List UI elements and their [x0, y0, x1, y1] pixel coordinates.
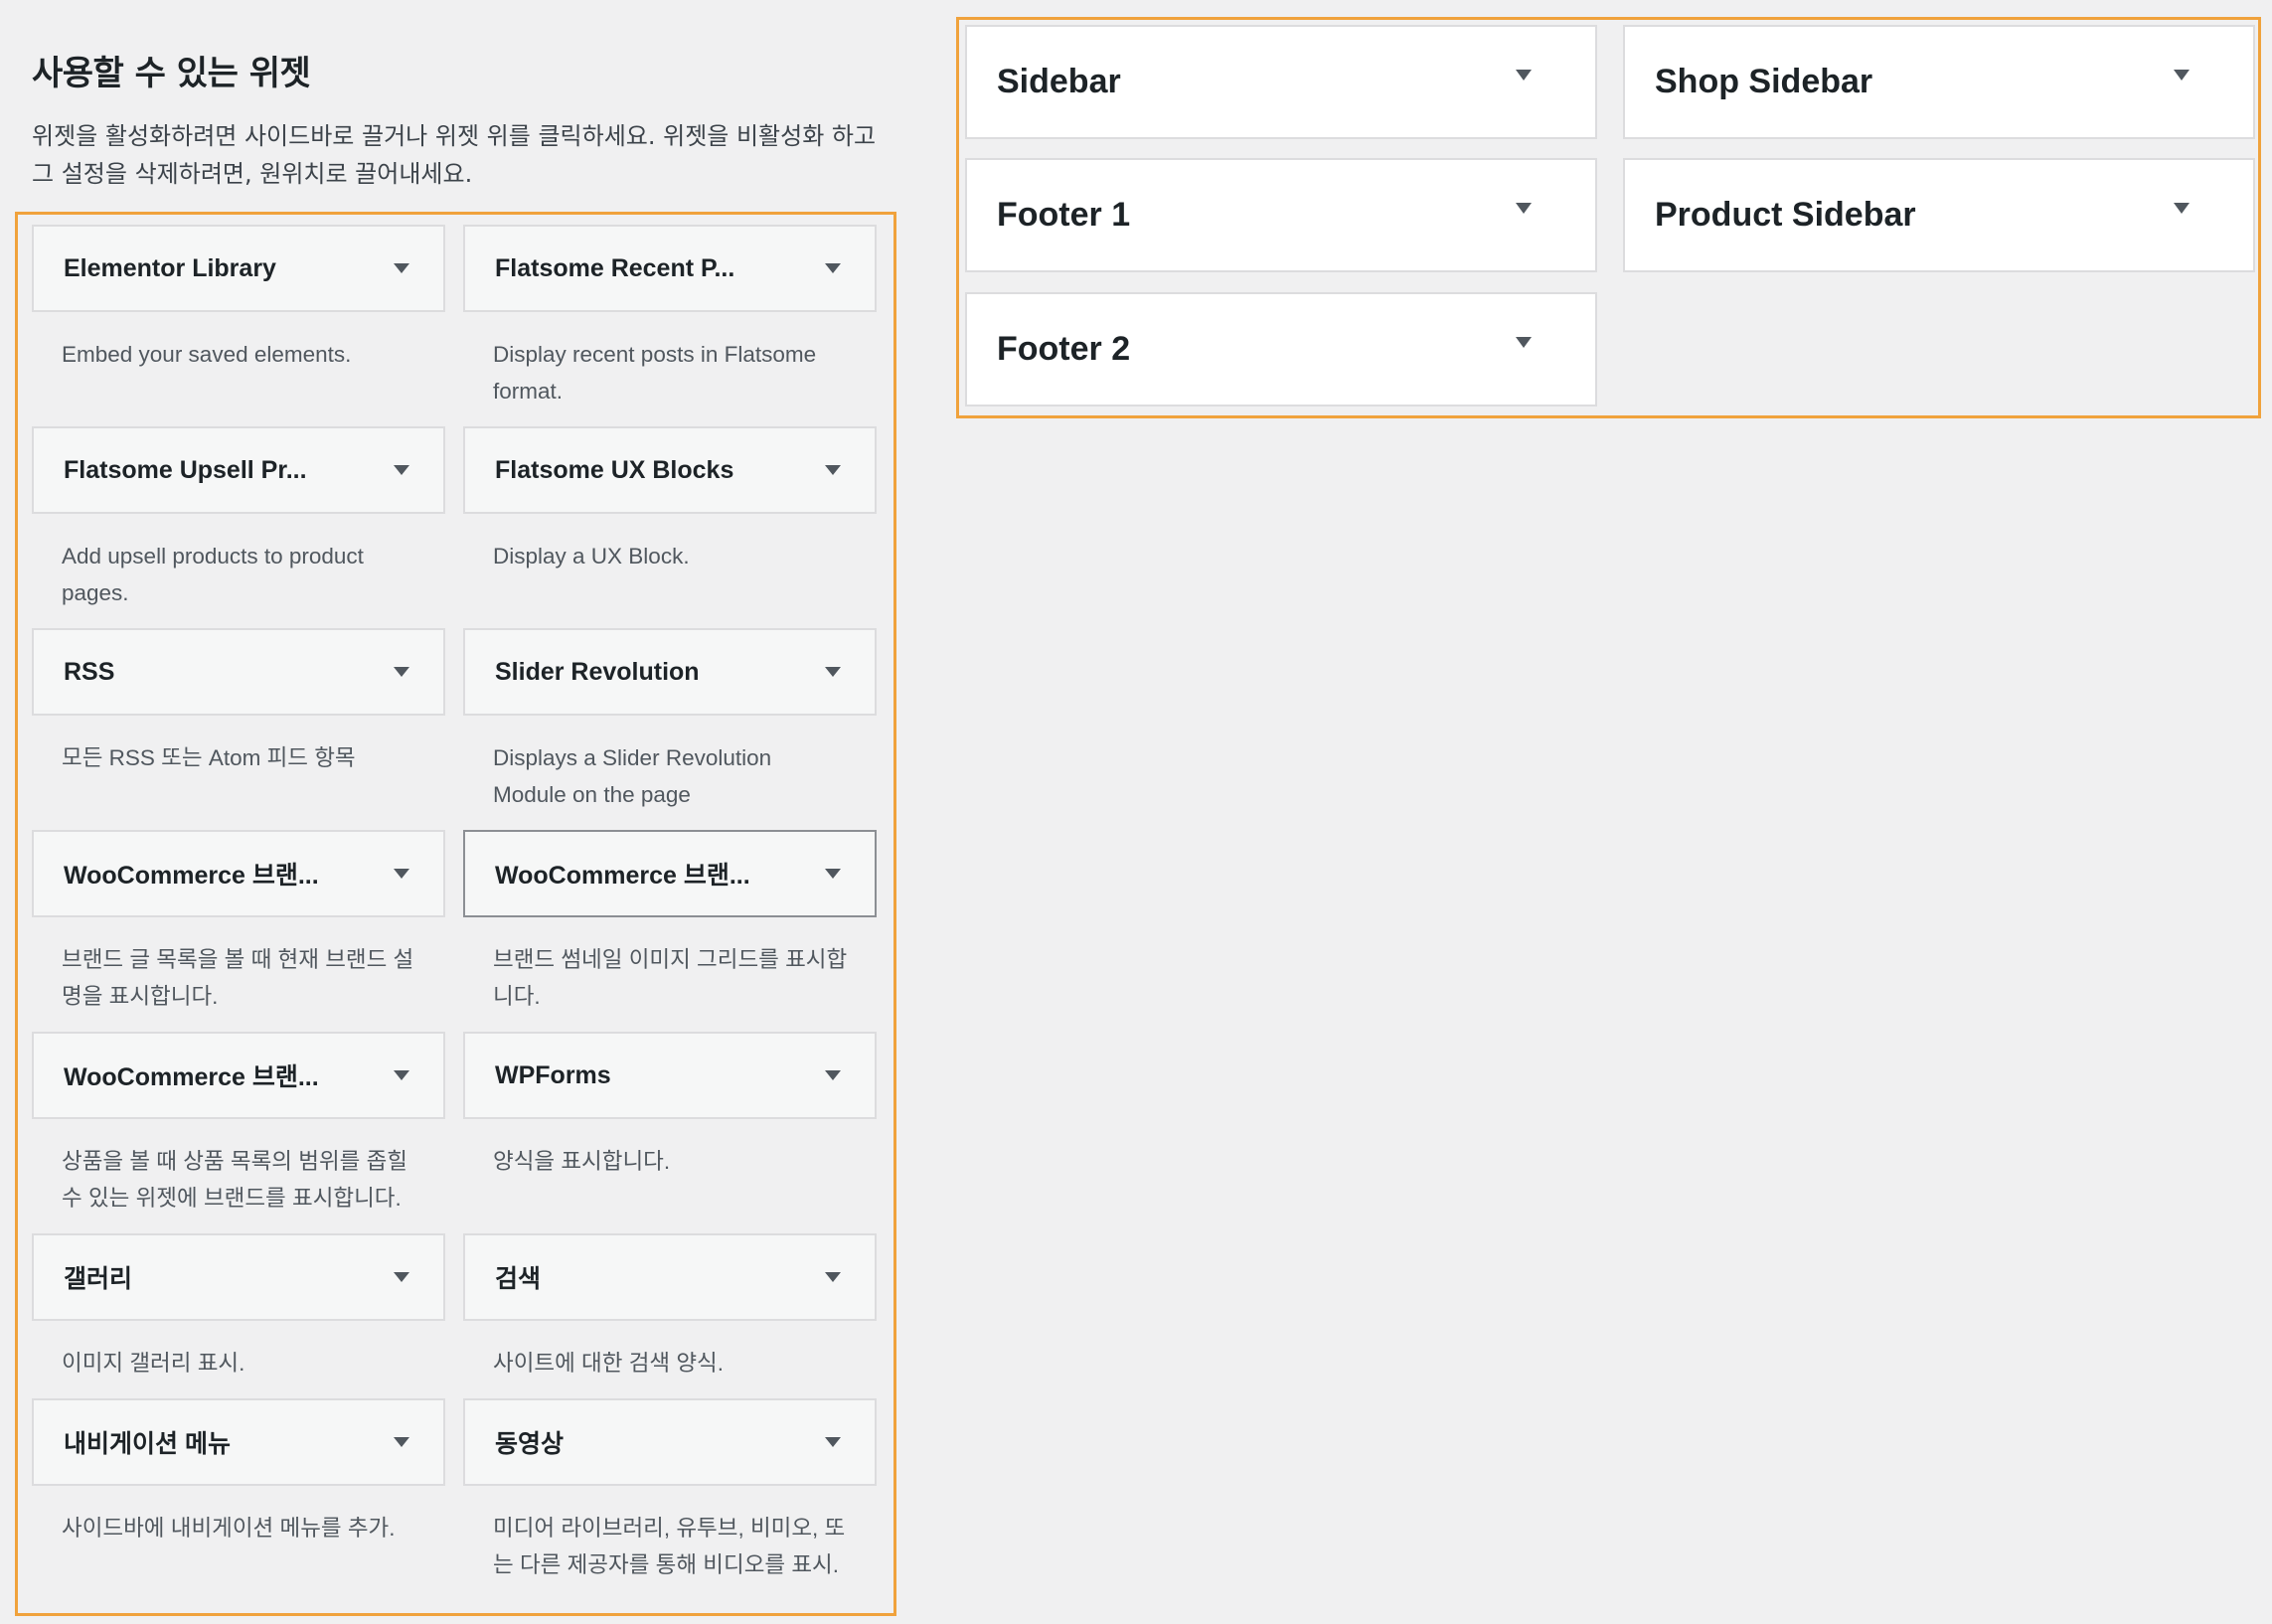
widget-title: 검색	[495, 1265, 542, 1293]
available-widgets-description: 위젯을 활성화하려면 사이드바로 끌거나 위젯 위를 클릭하세요. 위젯을 비활…	[32, 122, 877, 188]
widget-title: Flatsome Recent P...	[495, 253, 735, 282]
widget-description: Display a UX Block.	[493, 544, 690, 568]
widget-title: WPForms	[495, 1060, 611, 1089]
widget-handle[interactable]: 갤러리	[32, 1233, 445, 1321]
widget-title: WooCommerce 브랜...	[64, 1063, 319, 1091]
caret-down-icon[interactable]	[394, 1272, 409, 1282]
widget-handle[interactable]: Flatsome UX Blocks	[463, 426, 877, 514]
widget-handle[interactable]: RSS	[32, 628, 445, 716]
widget-description: Display recent posts in Flatsome format.	[493, 342, 817, 404]
widget-title: 갤러리	[64, 1265, 133, 1293]
widget-handle[interactable]: 동영상	[463, 1398, 877, 1486]
sidebar-panel-shop-sidebar[interactable]: Shop Sidebar	[1623, 25, 2255, 139]
widget-flatsome-ux-blocks: Flatsome UX Blocks Display a UX Block.	[463, 426, 877, 628]
widget-description: 브랜드 글 목록을 볼 때 현재 브랜드 설명을 표시합니다.	[62, 947, 414, 1009]
widget-title: WooCommerce 브랜...	[64, 862, 319, 890]
caret-down-icon[interactable]	[394, 263, 409, 273]
widget-title: Slider Revolution	[495, 657, 700, 686]
widget-description: Add upsell products to product pages.	[62, 544, 364, 605]
caret-down-icon[interactable]	[825, 465, 841, 475]
widget-description: 양식을 표시합니다.	[493, 1149, 671, 1174]
caret-down-icon[interactable]	[825, 1070, 841, 1080]
widget-handle[interactable]: 검색	[463, 1233, 877, 1321]
widget-flatsome-recent-posts: Flatsome Recent P... Display recent post…	[463, 225, 877, 426]
widget-handle[interactable]: WooCommerce 브랜...	[32, 830, 445, 917]
caret-down-icon[interactable]	[825, 1437, 841, 1447]
caret-down-icon[interactable]	[394, 1437, 409, 1447]
widget-handle[interactable]: Slider Revolution	[463, 628, 877, 716]
caret-down-icon[interactable]	[394, 1070, 409, 1080]
caret-down-icon[interactable]	[825, 667, 841, 677]
widget-woocommerce-brand-thumbnails: WooCommerce 브랜... 브랜드 썸네일 이미지 그리드를 표시합니다…	[463, 830, 877, 1032]
widget-description: 모든 RSS 또는 Atom 피드 항목	[62, 745, 356, 770]
caret-down-icon[interactable]	[394, 667, 409, 677]
sidebar-panel-sidebar[interactable]: Sidebar	[965, 25, 1597, 139]
sidebar-title: Sidebar	[997, 63, 1121, 100]
widget-flatsome-upsell-products: Flatsome Upsell Pr... Add upsell product…	[32, 426, 445, 628]
widget-handle[interactable]: WooCommerce 브랜...	[463, 830, 877, 917]
widget-title: RSS	[64, 657, 115, 686]
widget-handle[interactable]: Elementor Library	[32, 225, 445, 312]
caret-down-icon[interactable]	[2174, 203, 2190, 214]
widget-handle[interactable]: WPForms	[463, 1032, 877, 1119]
sidebar-panel-footer-1[interactable]: Footer 1	[965, 158, 1597, 272]
available-widgets-title: 사용할 수 있는 위젯	[32, 54, 311, 93]
widget-description: 사이트에 대한 검색 양식.	[493, 1351, 725, 1376]
widget-video: 동영상 미디어 라이브러리, 유투브, 비미오, 또는 다른 제공자를 통해 비…	[463, 1398, 877, 1597]
widget-handle[interactable]: WooCommerce 브랜...	[32, 1032, 445, 1119]
widget-elementor-library: Elementor Library Embed your saved eleme…	[32, 225, 445, 426]
caret-down-icon[interactable]	[394, 869, 409, 879]
caret-down-icon[interactable]	[825, 263, 841, 273]
widget-description: 사이드바에 내비게이션 메뉴를 추가.	[62, 1516, 396, 1541]
widget-search: 검색 사이트에 대한 검색 양식.	[463, 1233, 877, 1398]
caret-down-icon[interactable]	[1516, 203, 1532, 214]
sidebar-title: Footer 1	[997, 196, 1131, 234]
caret-down-icon[interactable]	[1516, 337, 1532, 348]
widget-handle[interactable]: Flatsome Recent P...	[463, 225, 877, 312]
widget-title: 내비게이션 메뉴	[64, 1430, 231, 1458]
widget-wpforms: WPForms 양식을 표시합니다.	[463, 1032, 877, 1233]
widget-slider-revolution: Slider Revolution Displays a Slider Revo…	[463, 628, 877, 830]
caret-down-icon[interactable]	[1516, 70, 1532, 81]
widget-title: 동영상	[495, 1430, 565, 1458]
widget-woocommerce-brand-nav: WooCommerce 브랜... 상품을 볼 때 상품 목록의 범위를 좁힐 …	[32, 1032, 445, 1233]
widget-gallery: 갤러리 이미지 갤러리 표시.	[32, 1233, 445, 1398]
sidebar-title: Footer 2	[997, 330, 1131, 368]
sidebar-panel-footer-2[interactable]: Footer 2	[965, 292, 1597, 406]
widget-description: 미디어 라이브러리, 유투브, 비미오, 또는 다른 제공자를 통해 비디오를 …	[493, 1516, 846, 1577]
widget-navigation-menu: 내비게이션 메뉴 사이드바에 내비게이션 메뉴를 추가.	[32, 1398, 445, 1597]
widget-description: Displays a Slider Revolution Module on t…	[493, 745, 772, 807]
sidebar-title: Product Sidebar	[1655, 196, 1916, 234]
widget-title: Flatsome UX Blocks	[495, 455, 734, 484]
caret-down-icon[interactable]	[2174, 70, 2190, 81]
widget-title: Flatsome Upsell Pr...	[64, 455, 307, 484]
sidebar-title: Shop Sidebar	[1655, 63, 1873, 100]
widget-rss: RSS 모든 RSS 또는 Atom 피드 항목	[32, 628, 445, 830]
widget-handle[interactable]: 내비게이션 메뉴	[32, 1398, 445, 1486]
widget-title: Elementor Library	[64, 253, 276, 282]
caret-down-icon[interactable]	[394, 465, 409, 475]
caret-down-icon[interactable]	[825, 869, 841, 879]
widget-woocommerce-brand-description: WooCommerce 브랜... 브랜드 글 목록을 볼 때 현재 브랜드 설…	[32, 830, 445, 1032]
widget-description: 상품을 볼 때 상품 목록의 범위를 좁힐 수 있는 위젯에 브랜드를 표시합니…	[62, 1149, 408, 1211]
widget-description: 브랜드 썸네일 이미지 그리드를 표시합니다.	[493, 947, 848, 1009]
caret-down-icon[interactable]	[825, 1272, 841, 1282]
widget-title: WooCommerce 브랜...	[495, 862, 750, 890]
widget-description: Embed your saved elements.	[62, 342, 352, 367]
available-widgets-list: Elementor Library Embed your saved eleme…	[32, 225, 877, 1597]
widget-description: 이미지 갤러리 표시.	[62, 1351, 245, 1376]
sidebar-panel-product-sidebar[interactable]: Product Sidebar	[1623, 158, 2255, 272]
widget-handle[interactable]: Flatsome Upsell Pr...	[32, 426, 445, 514]
